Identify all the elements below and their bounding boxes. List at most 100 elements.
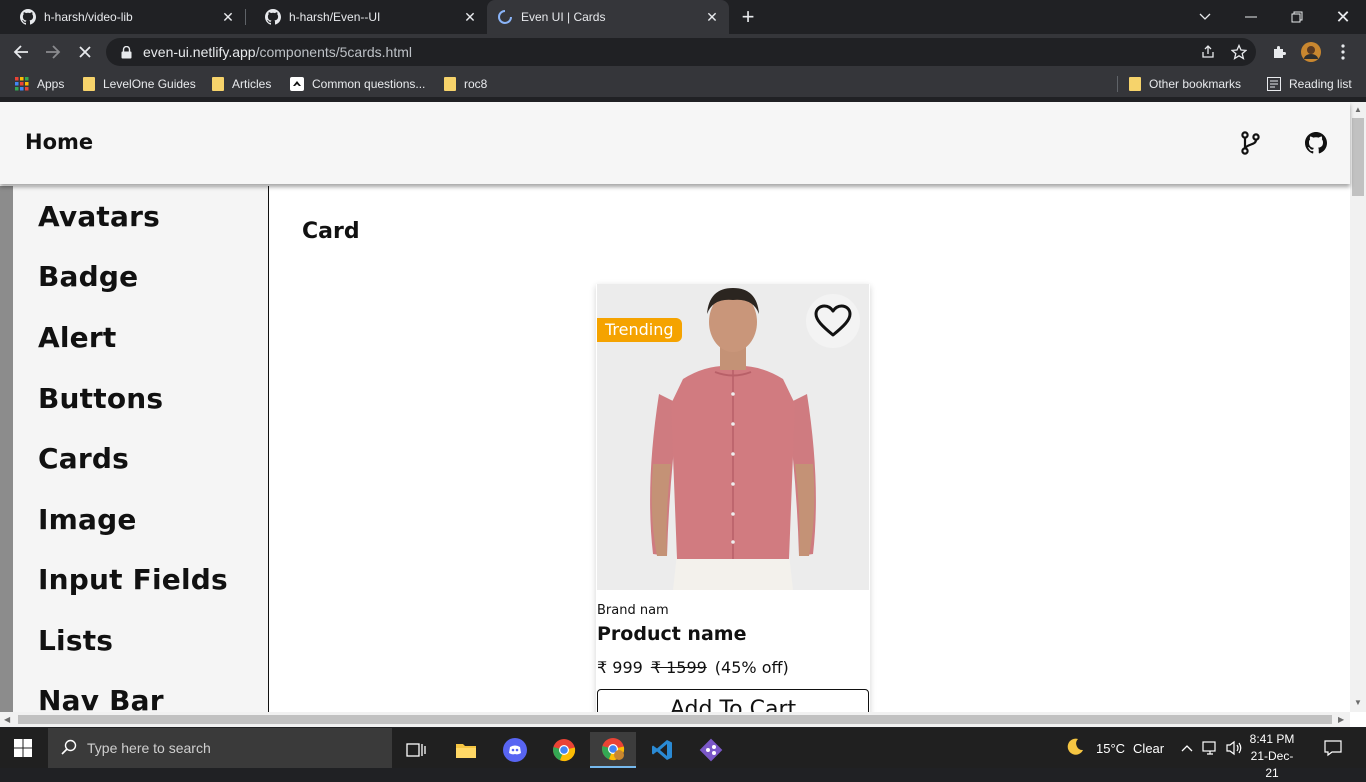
site-header: Home [0,102,1350,184]
vertical-scrollbar[interactable]: ▲ ▼ [1350,102,1366,712]
github-icon [20,9,36,25]
sidebar-item-image[interactable]: Image [38,503,137,536]
heart-icon [814,304,852,337]
github-icon [265,9,281,25]
chrome-profile-icon[interactable] [590,732,636,768]
taskbar-search-box[interactable]: Type here to search [48,728,392,768]
file-explorer-icon[interactable] [443,732,489,768]
back-arrow-icon[interactable] [10,41,32,63]
forward-arrow-icon[interactable] [42,41,64,63]
kebab-menu-icon[interactable] [1332,41,1354,63]
volume-icon[interactable] [1226,728,1244,768]
sidebar-item-buttons[interactable]: Buttons [38,382,163,415]
search-placeholder: Type here to search [87,740,211,756]
scroll-up-arrow-icon[interactable]: ▲ [1354,105,1362,114]
scroll-left-arrow-icon[interactable]: ◀ [4,715,10,724]
weather-widget[interactable]: 15°C Clear [1066,728,1164,768]
search-icon [61,739,77,758]
git-branch-icon[interactable] [1237,130,1263,156]
bookmark-label: LevelOne Guides [103,77,196,91]
sidebar-item-input-fields[interactable]: Input Fields [38,563,228,596]
sidebar-item-badge[interactable]: Badge [38,260,138,293]
browser-tabstrip: h-harsh/video-lib ✕ h-harsh/Even--UI ✕ E… [0,0,1366,34]
url-path: /components/5cards.html [255,44,412,60]
stop-loading-icon[interactable] [74,41,96,63]
page-title: Card [302,219,360,244]
tab-title: h-harsh/Even--UI [289,10,381,24]
folder-icon [1129,77,1141,91]
bookmark-apps[interactable]: Apps [15,75,64,93]
windows-taskbar: Type here to search 15°C Clear 8:41 PM 2… [0,728,1366,780]
weather-temp: 15°C [1096,740,1126,756]
original-price: ₹ 1599 [650,658,707,677]
vscode-icon[interactable] [639,732,685,768]
task-view-icon[interactable] [393,732,439,768]
loading-spinner-icon [497,9,513,25]
sidebar-item-lists[interactable]: Lists [38,624,113,657]
windows-start-icon[interactable] [0,730,46,766]
discount-label: (45% off) [714,658,789,677]
bookmark-label: Apps [37,77,65,91]
clock-date: 21-Dec-21 [1250,749,1294,780]
folder-icon [212,77,224,91]
sidebar-edge [0,186,13,712]
url-text: even-ui.netlify.app/components/5cards.ht… [143,44,412,60]
bookmark-levelone-guides[interactable]: LevelOne Guides [83,75,196,93]
restore-icon[interactable] [1274,0,1320,34]
share-icon[interactable] [1200,44,1216,60]
browser-toolbar: even-ui.netlify.app/components/5cards.ht… [0,34,1366,70]
chrome-icon[interactable] [541,732,587,768]
bookmark-other[interactable]: Other bookmarks [1129,75,1241,93]
scroll-down-arrow-icon[interactable]: ▼ [1354,698,1362,707]
tab-even-ui-cards[interactable]: Even UI | Cards ✕ [487,0,729,34]
system-clock[interactable]: 8:41 PM 21-Dec-21 [1244,731,1300,782]
bookmark-roc8[interactable]: roc8 [444,75,487,93]
tray-chevron-up-icon[interactable] [1181,728,1193,768]
folder-icon [83,77,95,91]
sidebar-item-avatars[interactable]: Avatars [38,200,160,233]
minimize-icon[interactable] [1228,0,1274,34]
url-host: even-ui.netlify.app [143,44,256,60]
notification-icon[interactable] [1324,728,1342,768]
close-tab-icon[interactable]: ✕ [463,10,477,24]
tab-video-lib[interactable]: h-harsh/video-lib ✕ [0,0,245,34]
clock-time: 8:41 PM [1249,732,1295,746]
bookmark-label: Reading list [1289,77,1352,91]
component-sidebar: Avatars Badge Alert Buttons Cards Image … [13,186,269,712]
horizontal-scrollbar[interactable]: ◀ ▶ [0,712,1350,727]
vertical-scroll-thumb[interactable] [1352,118,1364,196]
lock-icon[interactable] [119,45,133,59]
sidebar-item-cards[interactable]: Cards [38,442,129,475]
discord-icon[interactable] [492,732,538,768]
scroll-right-arrow-icon[interactable]: ▶ [1338,715,1344,724]
new-tab-icon[interactable]: + [738,6,758,28]
bookmark-star-icon[interactable] [1231,44,1247,60]
product-name: Product name [597,623,747,645]
bookmark-reading-list[interactable]: Reading list [1267,75,1352,93]
tab-search-chevron-icon[interactable] [1182,0,1228,34]
sidebar-item-alert[interactable]: Alert [38,321,116,354]
horizontal-scroll-thumb[interactable] [18,715,1332,724]
bookmark-divider [1117,76,1118,92]
close-tab-icon[interactable]: ✕ [705,10,719,24]
github-icon[interactable] [1303,130,1329,156]
close-tab-icon[interactable]: ✕ [221,10,235,24]
tab-even-ui-repo[interactable]: h-harsh/Even--UI ✕ [245,0,487,34]
sidebar-item-nav-bar[interactable]: Nav Bar [38,684,164,712]
page-viewport: Home Avatars Badge Alert Buttons Cards I… [0,102,1366,727]
network-icon[interactable] [1202,728,1220,768]
close-window-icon[interactable]: ✕ [1320,0,1366,34]
weather-desc: Clear [1133,740,1165,756]
bookmark-articles[interactable]: Articles [212,75,271,93]
address-bar[interactable]: even-ui.netlify.app/components/5cards.ht… [106,38,1256,66]
wishlist-button[interactable] [806,294,860,348]
extensions-puzzle-icon[interactable] [1268,41,1290,63]
apps-grid-icon [15,77,29,91]
git-app-icon[interactable] [688,732,734,768]
bookmarks-bar: Apps LevelOne Guides Articles Common que… [0,70,1366,98]
bookmark-common-questions[interactable]: Common questions... [290,75,425,93]
home-link[interactable]: Home [25,130,93,154]
bookmark-label: Common questions... [312,77,426,91]
current-price: ₹ 999 [597,658,643,677]
profile-avatar[interactable] [1300,41,1322,63]
